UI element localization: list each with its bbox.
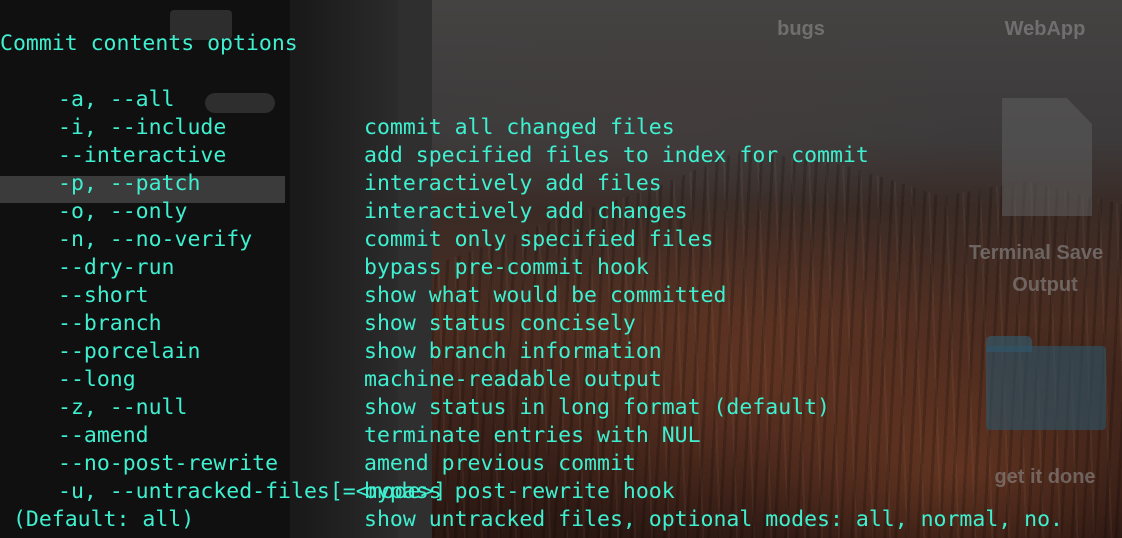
option-row: --interactive interactively add files (0, 114, 1122, 196)
option-row: --no-post-rewrite bypass post-rewrite ho… (0, 422, 1122, 504)
option-row: --dry-run show what would be committed (0, 226, 1122, 308)
option-row: -i, --include add specified files to ind… (0, 86, 1122, 168)
option-row: --short show status concisely (0, 254, 1122, 336)
section-heading: Commit contents options (0, 31, 298, 56)
option-row: --porcelain machine-readable output (0, 310, 1122, 392)
option-row: --amend amend previous commit (0, 394, 1122, 476)
option-row: -a, --all commit all changed files (0, 58, 1122, 140)
option-row: --long show status in long format (defau… (0, 338, 1122, 420)
terminal-output[interactable]: Commit contents options -a, --all commit… (0, 30, 1122, 538)
option-row-untracked: -u, --untracked-files[=<mode>] (0, 450, 1122, 504)
default-note: (Default: all) (0, 507, 195, 532)
option-row-untracked-desc: show untracked files, optional modes: al… (0, 478, 1122, 532)
option-row: -p, --patch interactively add changes (0, 142, 1122, 224)
option-row: -o, --only commit only specified files (0, 170, 1122, 252)
option-row: --branch show branch information (0, 282, 1122, 364)
option-row: -n, --no-verify bypass pre-commit hook (0, 198, 1122, 280)
option-row: -z, --null terminate entries with NUL (0, 366, 1122, 448)
option-description: show untracked files, optional modes: al… (364, 507, 1063, 532)
